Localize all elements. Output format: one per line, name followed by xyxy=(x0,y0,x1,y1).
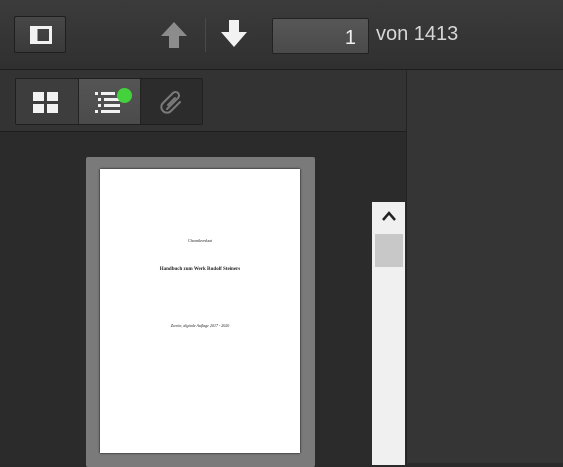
outline-view-button[interactable] xyxy=(79,79,141,124)
toolbar-separator xyxy=(205,18,206,52)
scrollbar-thumb[interactable] xyxy=(375,234,403,267)
attachments-view-button[interactable] xyxy=(141,79,202,124)
thumbnail-line-3: Zweite, digitale Auflage 2017 - 2020 xyxy=(170,323,230,328)
arrow-up-icon xyxy=(161,22,187,48)
sidebar-toolbar xyxy=(0,70,406,132)
thumbnail-scrollbar[interactable] xyxy=(372,202,405,465)
thumbnail-line-1: Chronikverlaat xyxy=(188,238,212,243)
page-thumbnail[interactable]: Chronikverlaat Handbuch zum Werk Rudolf … xyxy=(100,169,300,453)
sidebar-toggle-icon xyxy=(30,26,52,44)
page-number-input[interactable] xyxy=(272,18,369,54)
arrow-down-icon xyxy=(221,20,247,47)
outline-notification-badge xyxy=(117,88,132,103)
document-view xyxy=(406,70,563,463)
paperclip-icon xyxy=(160,90,181,114)
scroll-up-button[interactable] xyxy=(372,202,405,230)
thumbnail-title: Handbuch zum Werk Rudolf Steiners xyxy=(159,267,241,272)
thumbnails-icon xyxy=(33,92,58,113)
main-toolbar: von 1413 xyxy=(0,0,563,70)
thumbnails-view-button[interactable] xyxy=(16,79,79,124)
thumbnail-view: Chronikverlaat Handbuch zum Werk Rudolf … xyxy=(0,132,406,467)
chevron-up-icon xyxy=(382,211,396,221)
sidebar: Chronikverlaat Handbuch zum Werk Rudolf … xyxy=(0,70,406,467)
sidebar-toggle-button[interactable] xyxy=(14,16,66,53)
page-count-label: von 1413 xyxy=(376,23,459,45)
next-page-button[interactable] xyxy=(217,18,251,50)
sidebar-view-group xyxy=(15,78,203,125)
previous-page-button[interactable] xyxy=(157,20,191,50)
